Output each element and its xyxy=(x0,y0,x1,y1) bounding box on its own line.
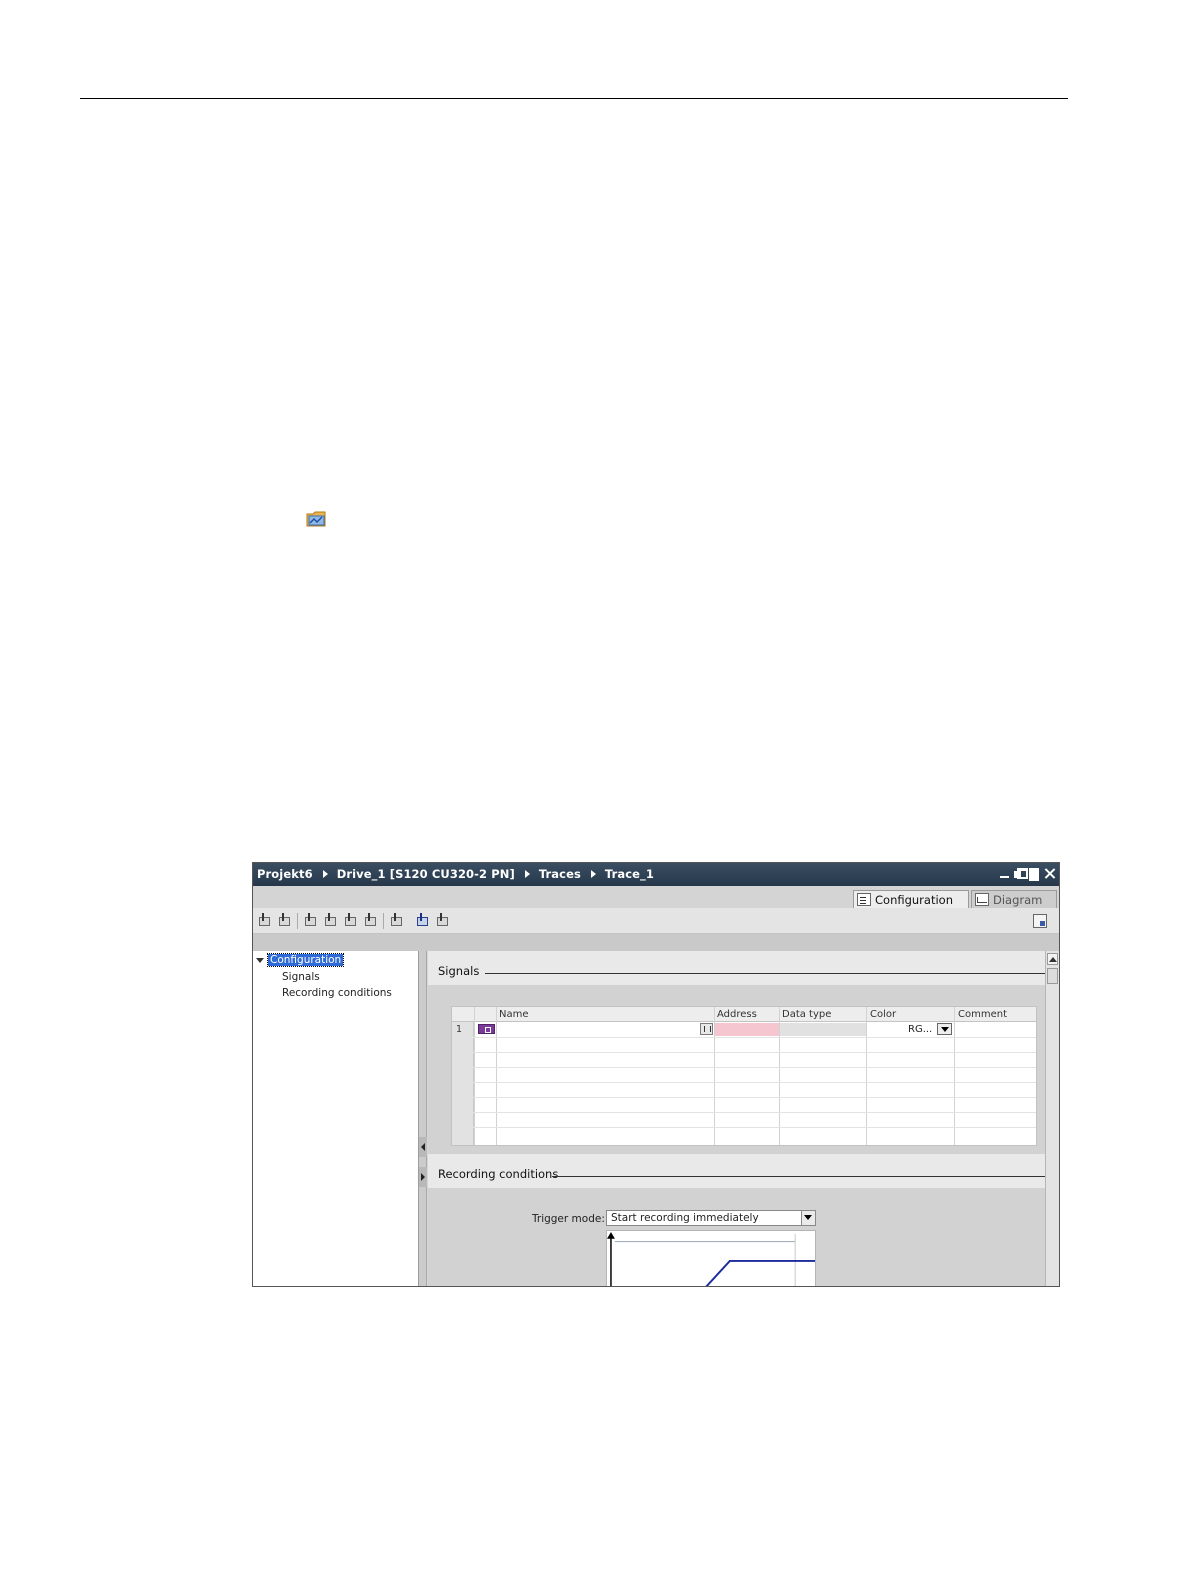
breadcrumb-trace[interactable]: Trace_1 xyxy=(605,867,654,881)
tab-diagram-label: Diagram xyxy=(993,892,1043,907)
chevron-down-icon[interactable] xyxy=(801,1211,815,1225)
signals-table: Name Address Data type Color Comment 1 R… xyxy=(451,1006,1037,1146)
column-divider xyxy=(866,1007,867,1145)
panel-layout-icon[interactable] xyxy=(1033,914,1047,928)
breadcrumb-project[interactable]: Projekt6 xyxy=(257,867,313,881)
address-cell[interactable] xyxy=(715,1023,779,1036)
import-icon[interactable] xyxy=(435,913,451,929)
tab-configuration-label: Configuration xyxy=(875,892,953,907)
trigger-mode-value: Start recording immediately xyxy=(611,1212,759,1224)
trace-delete-icon[interactable] xyxy=(363,913,379,929)
download-icon[interactable] xyxy=(257,913,273,929)
column-header-data-type[interactable]: Data type xyxy=(782,1009,831,1020)
recording-section-header: Recording conditions xyxy=(428,1154,1045,1188)
section-divider xyxy=(485,973,1045,974)
tree-item-configuration-label: Configuration xyxy=(266,953,345,967)
scroll-thumb[interactable] xyxy=(1047,968,1058,984)
breadcrumb: Projekt6 Drive_1 [S120 CU320-2 PN] Trace… xyxy=(257,867,654,881)
chevron-down-icon[interactable] xyxy=(256,957,264,963)
scroll-up-icon[interactable] xyxy=(1047,953,1058,965)
trigger-mode-label: Trigger mode: xyxy=(532,1213,605,1225)
view-tab-bar: Configuration Diagram xyxy=(253,886,1059,908)
trigger-preview-graphic xyxy=(606,1230,816,1286)
export-icon[interactable] xyxy=(415,913,431,929)
title-bar: Projekt6 Drive_1 [S120 CU320-2 PN] Trace… xyxy=(253,863,1059,886)
column-header-address[interactable]: Address xyxy=(717,1009,757,1020)
section-divider xyxy=(552,1176,1045,1177)
breadcrumb-separator-icon xyxy=(590,870,596,878)
expand-right-icon[interactable] xyxy=(419,1167,427,1187)
upload-icon[interactable] xyxy=(277,913,293,929)
trace-folder-icon xyxy=(306,511,326,527)
data-type-cell xyxy=(780,1023,866,1036)
signals-section-title: Signals xyxy=(438,964,480,978)
trace-editor-window: Projekt6 Drive_1 [S120 CU320-2 PN] Trace… xyxy=(252,862,1060,1287)
restore-icon[interactable] xyxy=(1014,866,1028,880)
column-divider xyxy=(496,1007,497,1145)
address-picker-icon[interactable] xyxy=(700,1023,713,1035)
vertical-scrollbar[interactable] xyxy=(1045,951,1059,1286)
tab-diagram[interactable]: Diagram xyxy=(971,890,1057,908)
minimize-icon[interactable] xyxy=(999,866,1010,880)
signals-section-header: Signals xyxy=(428,951,1045,985)
configuration-pane: Signals Name Address Data type Color Com… xyxy=(428,951,1045,1286)
preview-axis-arrow xyxy=(607,1231,615,1239)
dropdown-arrow-icon[interactable] xyxy=(937,1023,952,1035)
table-row-divider xyxy=(452,1067,1036,1068)
collapse-left-icon[interactable] xyxy=(419,1137,427,1157)
toolbar xyxy=(253,908,1059,934)
trace-deactivate-icon[interactable] xyxy=(343,913,359,929)
window-controls xyxy=(999,866,1055,881)
configuration-icon xyxy=(857,893,871,906)
column-header-comment[interactable]: Comment xyxy=(958,1009,1007,1020)
color-value: RG... xyxy=(908,1024,933,1035)
trace-install-icon[interactable] xyxy=(303,913,319,929)
configuration-tree: Configuration Signals Recording conditio… xyxy=(253,951,419,1286)
trigger-mode-select[interactable]: Start recording immediately xyxy=(606,1210,816,1226)
pane-splitter[interactable] xyxy=(419,951,427,1286)
table-row-divider xyxy=(452,1037,1036,1038)
breadcrumb-traces[interactable]: Traces xyxy=(539,867,581,881)
table-row-divider xyxy=(452,1082,1036,1083)
toolbar-separator xyxy=(383,913,384,929)
table-row-divider xyxy=(452,1127,1036,1128)
preview-signal-curve xyxy=(705,1260,815,1286)
column-header-name[interactable]: Name xyxy=(499,1009,529,1020)
column-header-color[interactable]: Color xyxy=(870,1009,896,1020)
recording-section-title: Recording conditions xyxy=(438,1167,559,1181)
column-divider xyxy=(474,1007,475,1145)
row-number: 1 xyxy=(456,1024,463,1035)
table-row-divider xyxy=(452,1052,1036,1053)
diagram-icon xyxy=(975,893,989,906)
breadcrumb-separator-icon xyxy=(322,870,328,878)
close-icon[interactable] xyxy=(1044,866,1055,880)
tree-item-recording-conditions[interactable]: Recording conditions xyxy=(282,987,392,999)
tree-item-signals[interactable]: Signals xyxy=(282,971,320,983)
trace-activate-icon[interactable] xyxy=(323,913,339,929)
maximize-icon[interactable] xyxy=(1029,866,1040,881)
add-measurement-icon[interactable] xyxy=(389,913,405,929)
page-header-rule xyxy=(80,98,1068,99)
breadcrumb-separator-icon xyxy=(524,870,530,878)
breadcrumb-drive[interactable]: Drive_1 [S120 CU320-2 PN] xyxy=(337,867,515,881)
toolbar-separator xyxy=(297,913,298,929)
toolbar-strip xyxy=(253,934,1059,951)
tree-item-configuration[interactable]: Configuration xyxy=(256,953,345,967)
column-divider xyxy=(954,1007,955,1145)
table-row-divider xyxy=(452,1112,1036,1113)
tab-configuration[interactable]: Configuration xyxy=(853,890,969,908)
table-row-divider xyxy=(452,1097,1036,1098)
tag-icon xyxy=(478,1024,495,1034)
